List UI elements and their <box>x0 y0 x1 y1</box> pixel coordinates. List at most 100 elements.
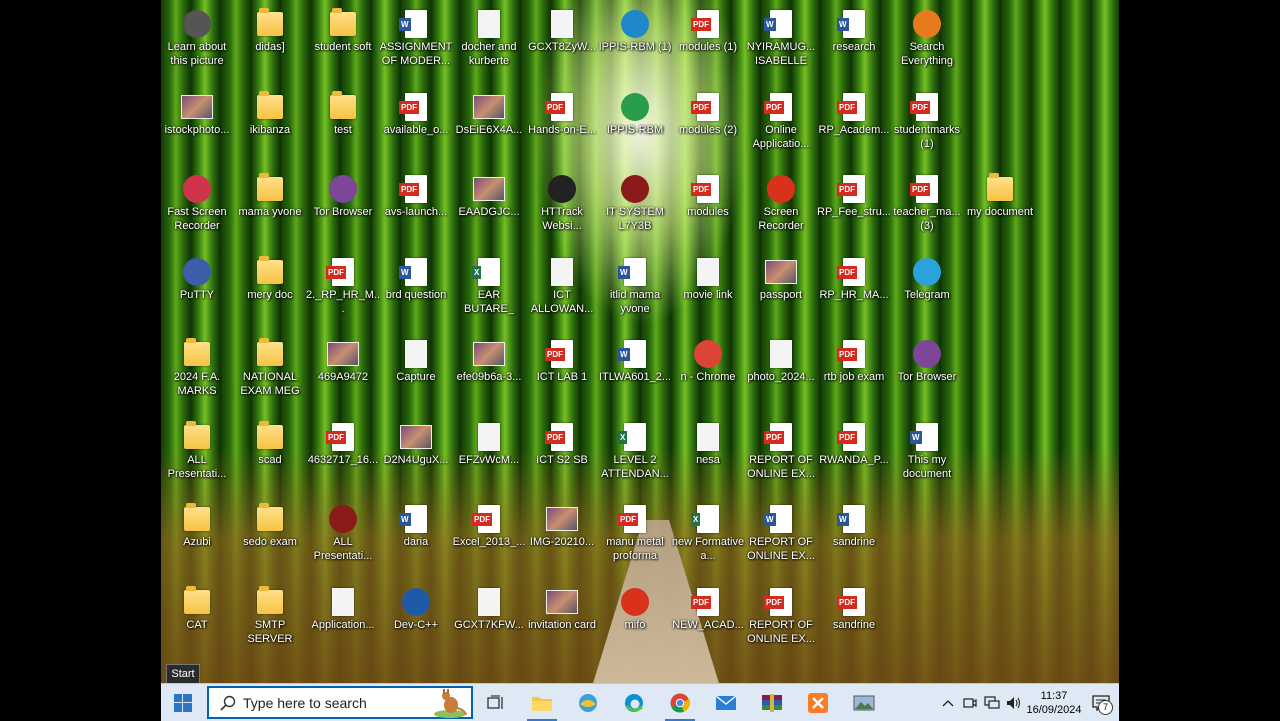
desktop-icon[interactable]: GCXT8ZyW... <box>526 2 598 82</box>
desktop-icon[interactable]: ALL Presentati... <box>161 415 233 495</box>
desktop-icon[interactable]: efe09b6a-3... <box>453 332 525 412</box>
show-hidden-icons-button[interactable] <box>937 684 959 721</box>
desktop-icon[interactable]: PDF RP_HR_MA... <box>818 250 890 330</box>
desktop-icon[interactable]: my document <box>964 167 1036 247</box>
desktop-icon[interactable]: PDF Online Applicatio... <box>745 85 817 165</box>
desktop-icon[interactable]: PDF available_o... <box>380 85 452 165</box>
desktop-icon[interactable]: EFZvWcM... <box>453 415 525 495</box>
desktop-icon[interactable]: PDF RP_Academ... <box>818 85 890 165</box>
desktop-icon[interactable]: PDF avs-launch... <box>380 167 452 247</box>
desktop-icon[interactable]: IT SYSTEM L7Y3B <box>599 167 671 247</box>
desktop-icon[interactable]: Xnew Formative a... <box>672 497 744 577</box>
desktop-icon[interactable]: ikibanza <box>234 85 306 165</box>
desktop-icon[interactable]: passport <box>745 250 817 330</box>
desktop-icon[interactable]: Capture <box>380 332 452 412</box>
desktop-icon[interactable]: Wdaria <box>380 497 452 577</box>
desktop-icon[interactable]: invitation card <box>526 580 598 660</box>
desktop-icon[interactable]: movie link <box>672 250 744 330</box>
desktop-icon[interactable]: PDF Excel_2013_... <box>453 497 525 577</box>
desktop-icon[interactable]: Learn about this picture <box>161 2 233 82</box>
desktop-icon[interactable]: GCXT7KFW... <box>453 580 525 660</box>
desktop-icon[interactable]: ICT ALLOWAN... <box>526 250 598 330</box>
desktop-icon[interactable]: CAT <box>161 580 233 660</box>
desktop-icon[interactable]: sedo exam <box>234 497 306 577</box>
desktop-icon[interactable]: didas] <box>234 2 306 82</box>
desktop-icon[interactable]: istockphoto... <box>161 85 233 165</box>
desktop-icon[interactable]: PDF NEW_ACAD... <box>672 580 744 660</box>
taskbar-search-box[interactable] <box>207 686 473 719</box>
desktop-icon[interactable]: PDF 2._RP_HR_M... <box>306 250 380 330</box>
start-button[interactable] <box>161 684 205 721</box>
desktop-icon[interactable]: PDF studentmarks (1) <box>891 85 963 165</box>
desktop-icon[interactable]: PDF ICT S2 SB <box>526 415 598 495</box>
search-input[interactable] <box>241 693 435 712</box>
desktop-icon[interactable]: NATIONAL EXAM MEG <box>234 332 306 412</box>
desktop-icon[interactable]: test <box>307 85 379 165</box>
task-view-button[interactable] <box>473 684 519 721</box>
desktop-icon[interactable]: n - Chrome <box>672 332 744 412</box>
desktop-icon[interactable]: PDF ICT LAB 1 <box>526 332 598 412</box>
desktop-icon[interactable]: Application... <box>307 580 379 660</box>
desktop-icon[interactable]: ALL Presentati... <box>307 497 379 577</box>
desktop-icon[interactable]: PDF REPORT OF ONLINE EX... <box>745 415 817 495</box>
desktop-icon[interactable]: DsEiE6X4A... <box>453 85 525 165</box>
desktop-icon[interactable]: PDF manu metal proforma <box>599 497 671 577</box>
desktop-icon[interactable]: Tor Browser <box>891 332 963 412</box>
xampp-button[interactable] <box>795 684 841 721</box>
desktop-icon[interactable]: D2N4UguX... <box>380 415 452 495</box>
edge-button[interactable] <box>611 684 657 721</box>
desktop-icon[interactable]: IPPIS-RBM (1) <box>599 2 671 82</box>
desktop-icon[interactable]: Fast Screen Recorder <box>161 167 233 247</box>
desktop-icon[interactable]: Witlid mama yvone <box>599 250 671 330</box>
desktop-icon[interactable]: Azubi <box>161 497 233 577</box>
desktop-icon[interactable]: HTTrack Websi... <box>526 167 598 247</box>
desktop-icon[interactable]: SMTP SERVER <box>234 580 306 660</box>
mail-button[interactable] <box>703 684 749 721</box>
desktop-icon[interactable]: IMG-20210... <box>526 497 598 577</box>
desktop-icon[interactable]: PDF modules (2) <box>672 85 744 165</box>
desktop-icon[interactable]: PDF REPORT OF ONLINE EX... <box>745 580 817 660</box>
desktop-icon[interactable]: PDF teacher_ma... (3) <box>891 167 963 247</box>
desktop-icon[interactable]: docher and kurberte <box>453 2 525 82</box>
tray-app-button[interactable] <box>959 684 981 721</box>
desktop-icon[interactable]: 2024 F.A. MARKS <box>161 332 233 412</box>
desktop-icon[interactable]: PDF RWANDA_P... <box>818 415 890 495</box>
desktop-icon[interactable]: W This my document <box>891 415 963 495</box>
desktop-icon[interactable]: PDF sandrine <box>818 580 890 660</box>
desktop-icon[interactable]: Dev-C++ <box>380 580 452 660</box>
desktop-icon[interactable]: IPPIS-RBM <box>599 85 671 165</box>
desktop-icon[interactable]: Wbrd question <box>380 250 452 330</box>
chrome-button[interactable] <box>657 684 703 721</box>
desktop-icon[interactable]: Wsandrine <box>818 497 890 577</box>
desktop-icon[interactable]: mery doc <box>234 250 306 330</box>
desktop-icon[interactable]: Telegram <box>891 250 963 330</box>
desktop-icon[interactable]: PDF rtb job exam <box>818 332 890 412</box>
action-center-button[interactable]: 7 <box>1083 684 1119 721</box>
desktop-icon[interactable]: PDF RP_Fee_stru... <box>817 167 891 247</box>
desktop-icon[interactable]: 469A9472 <box>307 332 379 412</box>
desktop-icon[interactable]: nesa <box>672 415 744 495</box>
browser-globe-button[interactable] <box>565 684 611 721</box>
desktop-icon[interactable]: Wresearch <box>818 2 890 82</box>
desktop-icon[interactable]: PuTTY <box>161 250 233 330</box>
desktop-icon[interactable]: W REPORT OF ONLINE EX... <box>745 497 817 577</box>
network-button[interactable] <box>981 684 1003 721</box>
desktop-icon[interactable]: EAADGJC... <box>453 167 525 247</box>
desktop-icon[interactable]: mifo <box>599 580 671 660</box>
volume-button[interactable] <box>1003 684 1025 721</box>
desktop-icon[interactable]: student soft <box>307 2 379 82</box>
clock[interactable]: 11:37 16/09/2024 <box>1025 689 1083 717</box>
desktop-icon[interactable]: PDF Hands-on-E... <box>526 85 598 165</box>
desktop-icon[interactable]: PDF modules <box>672 167 744 247</box>
desktop-icon[interactable]: XEAR BUTARE_ amakuru y'i... <box>453 250 525 330</box>
desktop-icon[interactable]: X LEVEL 2 ATTENDAN... <box>599 415 671 495</box>
desktop-icon[interactable]: PDF 4632717_16... <box>307 415 379 495</box>
desktop-icon[interactable]: Search Everything <box>891 2 963 82</box>
desktop-icon[interactable]: photo_2024... <box>745 332 817 412</box>
desktop-icon[interactable]: W ITLWA601_2... <box>599 332 671 412</box>
desktop-icon[interactable]: Screen Recorder <box>745 167 817 247</box>
desktop-icon[interactable]: W ASSIGNMENT OF MODER... <box>380 2 452 82</box>
winrar-button[interactable] <box>749 684 795 721</box>
desktop-icon[interactable]: W NYIRAMUG... ISABELLE <box>745 2 817 82</box>
desktop-icon[interactable]: Tor Browser <box>307 167 379 247</box>
